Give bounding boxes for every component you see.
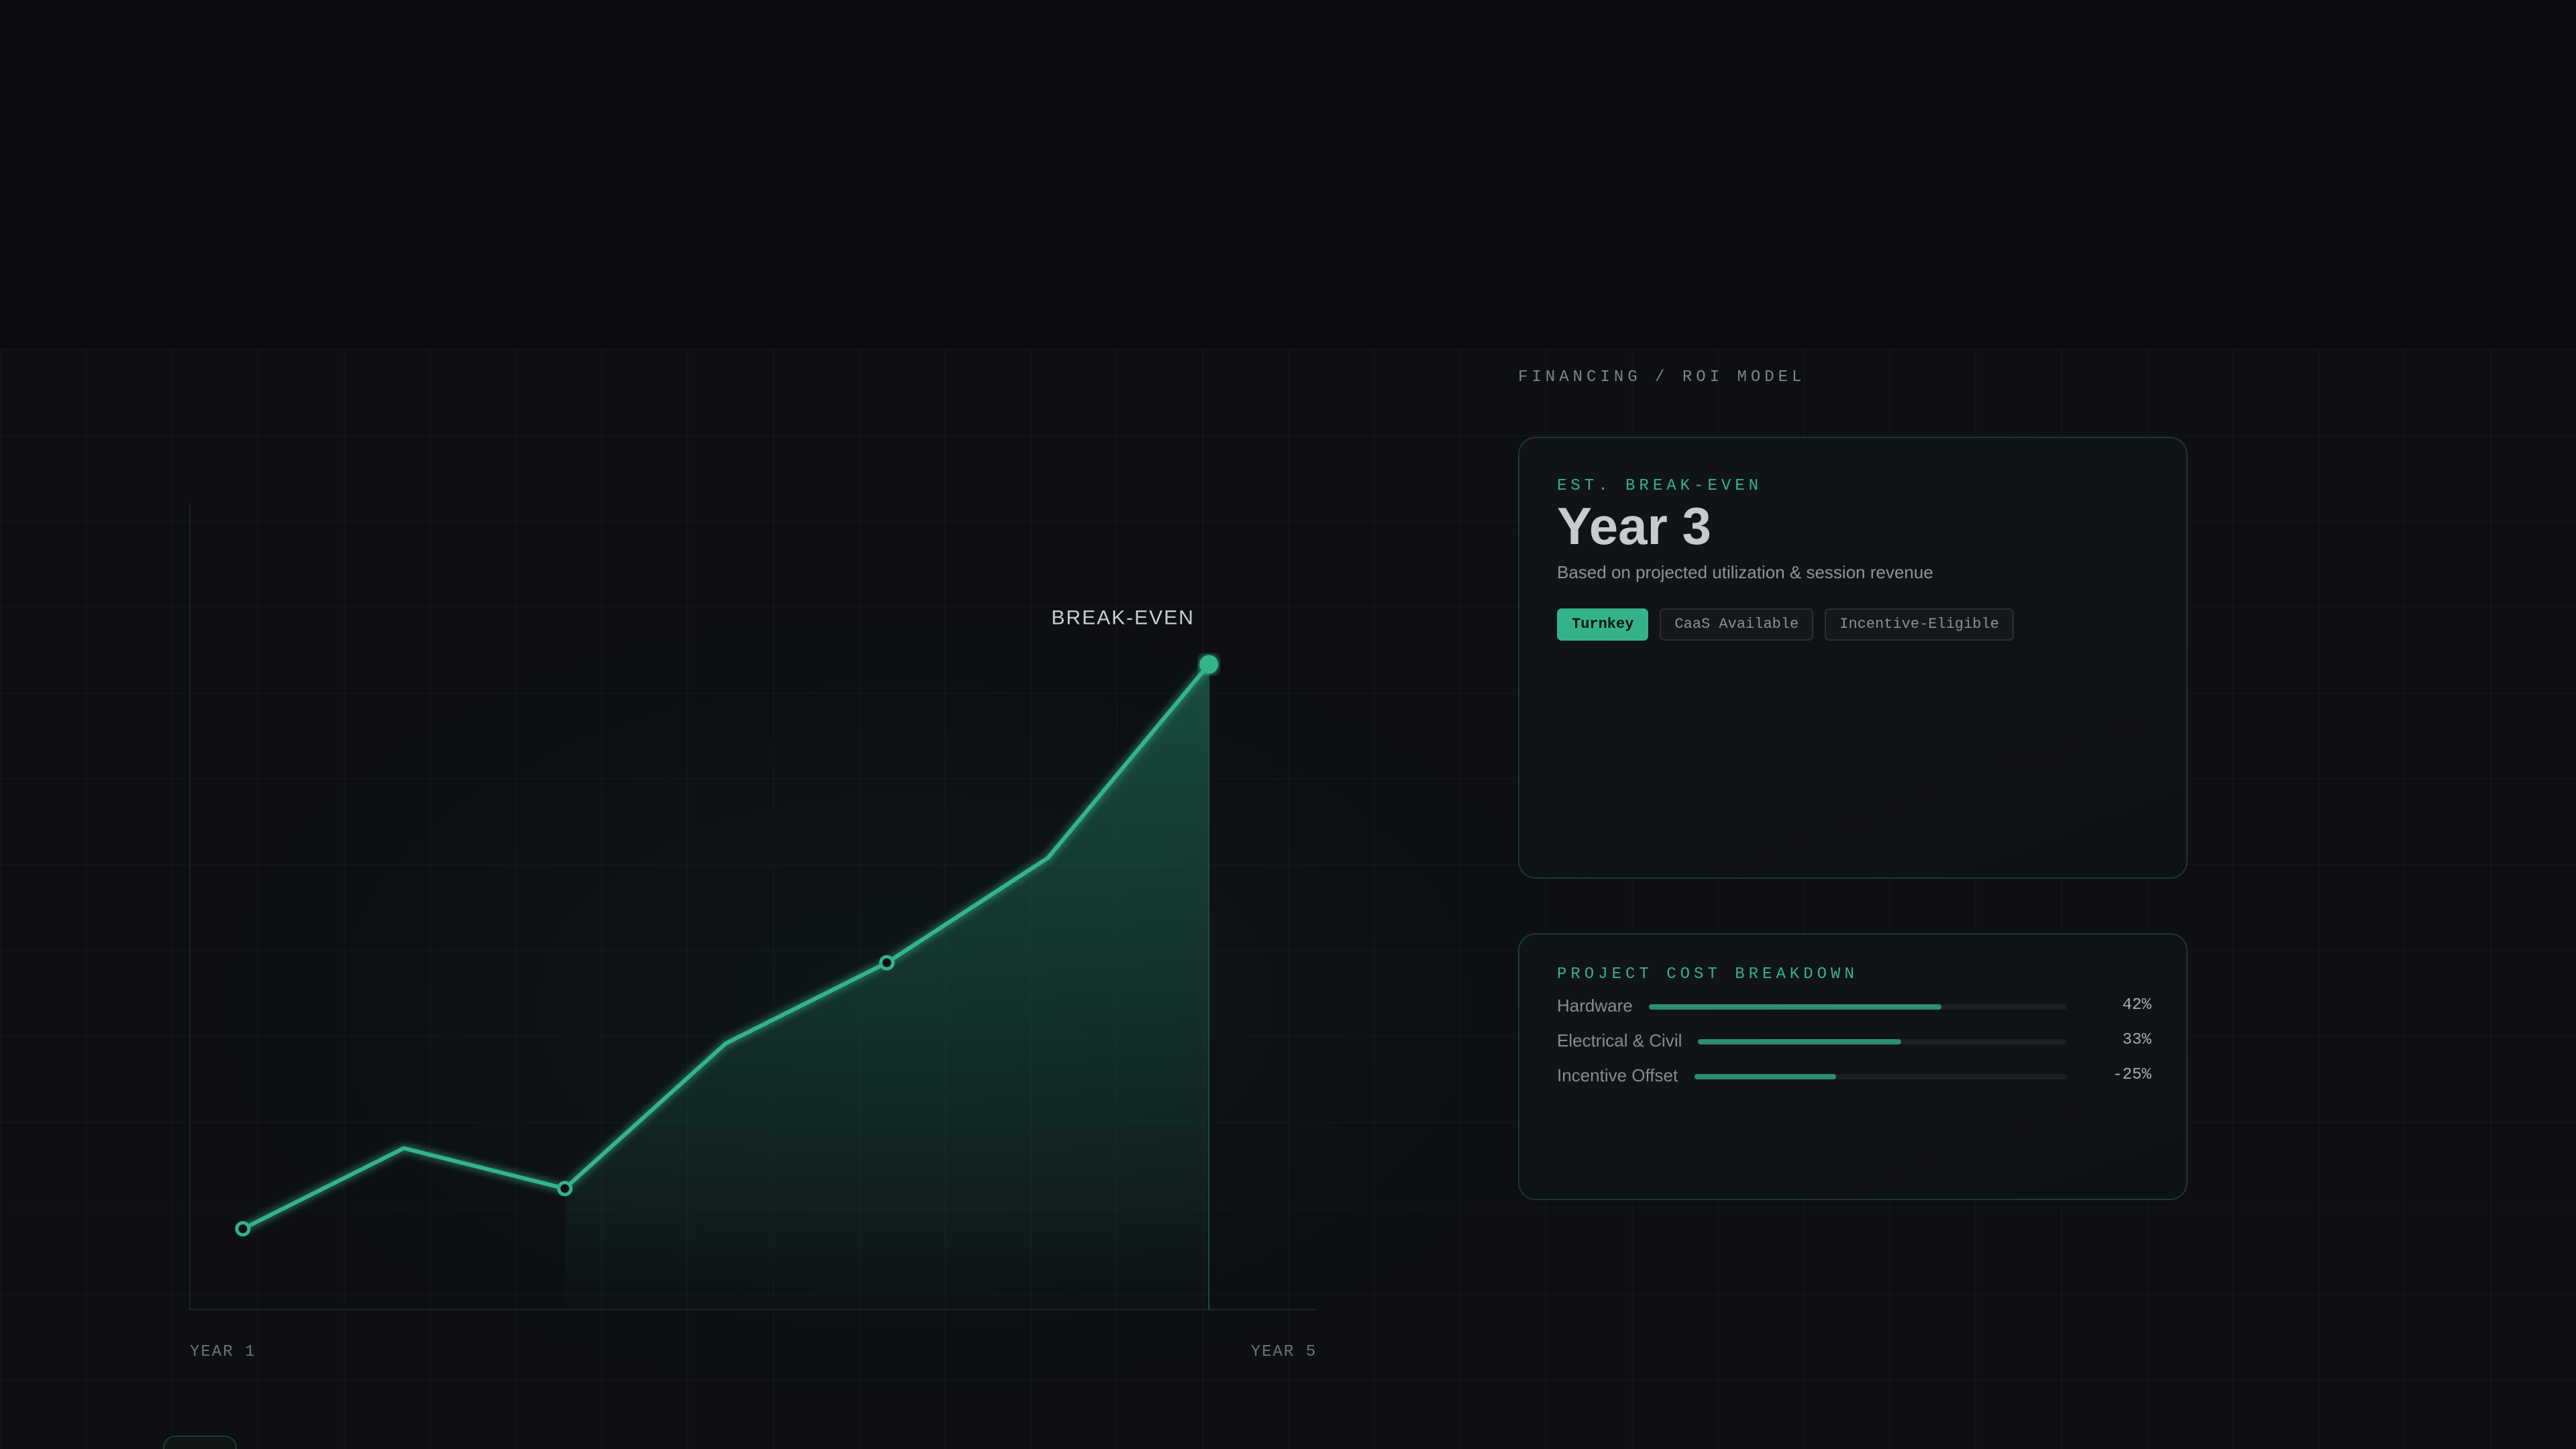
cost-row-electrical-civil: Electrical & Civil 33%: [1557, 1028, 2151, 1053]
break-even-card: EST. BREAK-EVEN Year 3 Based on projecte…: [1518, 437, 2188, 879]
area-fill: [565, 664, 1209, 1309]
x-axis-end-label: YEAR 5: [1251, 1343, 1317, 1361]
cost-row-value: 33%: [2122, 1031, 2151, 1049]
cost-bar-track: [1649, 1004, 2067, 1010]
break-even-eyebrow: EST. BREAK-EVEN: [1557, 477, 1763, 495]
bottom-pill-button[interactable]: [163, 1436, 237, 1449]
cost-bar-fill: [1695, 1074, 1836, 1079]
cost-bar-fill: [1649, 1004, 1942, 1010]
cost-row-value: 42%: [2122, 996, 2151, 1014]
data-point-marker: [235, 1221, 251, 1237]
cost-breakdown-eyebrow: PROJECT COST BREAKDOWN: [1557, 965, 1858, 983]
cost-bar-fill: [1698, 1039, 1901, 1044]
tag-turnkey[interactable]: Turnkey: [1557, 608, 1649, 641]
cost-breakdown-card: PROJECT COST BREAKDOWN Hardware 42% Elec…: [1518, 933, 2188, 1200]
cost-row-label: Hardware: [1557, 996, 1633, 1016]
cost-row-incentive-offset: Incentive Offset -25%: [1557, 1063, 2151, 1087]
tag-caas-available[interactable]: CaaS Available: [1660, 608, 1814, 641]
data-point-marker: [557, 1181, 573, 1197]
break-even-label: BREAK-EVEN: [1051, 606, 1194, 629]
roi-chart: YEAR 1 YEAR 5 BREAK-EVEN: [189, 503, 1317, 1361]
break-even-subline: Based on projected utilization & session…: [1557, 562, 1933, 582]
section-eyebrow: FINANCING / ROI MODEL: [1518, 368, 1806, 386]
cost-row-hardware: Hardware 42%: [1557, 994, 2151, 1018]
roi-section: YEAR 1 YEAR 5 BREAK-EVEN FINANCING / ROI…: [0, 0, 2576, 1449]
x-axis-start-label: YEAR 1: [190, 1343, 256, 1361]
break-even-headline: Year 3: [1557, 496, 1711, 555]
cost-row-label: Incentive Offset: [1557, 1065, 1678, 1085]
break-even-point: [1199, 655, 1218, 674]
tag-incentive-eligible[interactable]: Incentive-Eligible: [1825, 608, 2014, 641]
data-point-marker: [879, 955, 895, 971]
cost-bar-track: [1695, 1074, 2067, 1079]
cost-bar-track: [1698, 1039, 2067, 1044]
cost-row-value: -25%: [2112, 1066, 2151, 1084]
cost-row-label: Electrical & Civil: [1557, 1030, 1682, 1051]
tag-list: Turnkey CaaS Available Incentive-Eligibl…: [1557, 608, 2014, 641]
